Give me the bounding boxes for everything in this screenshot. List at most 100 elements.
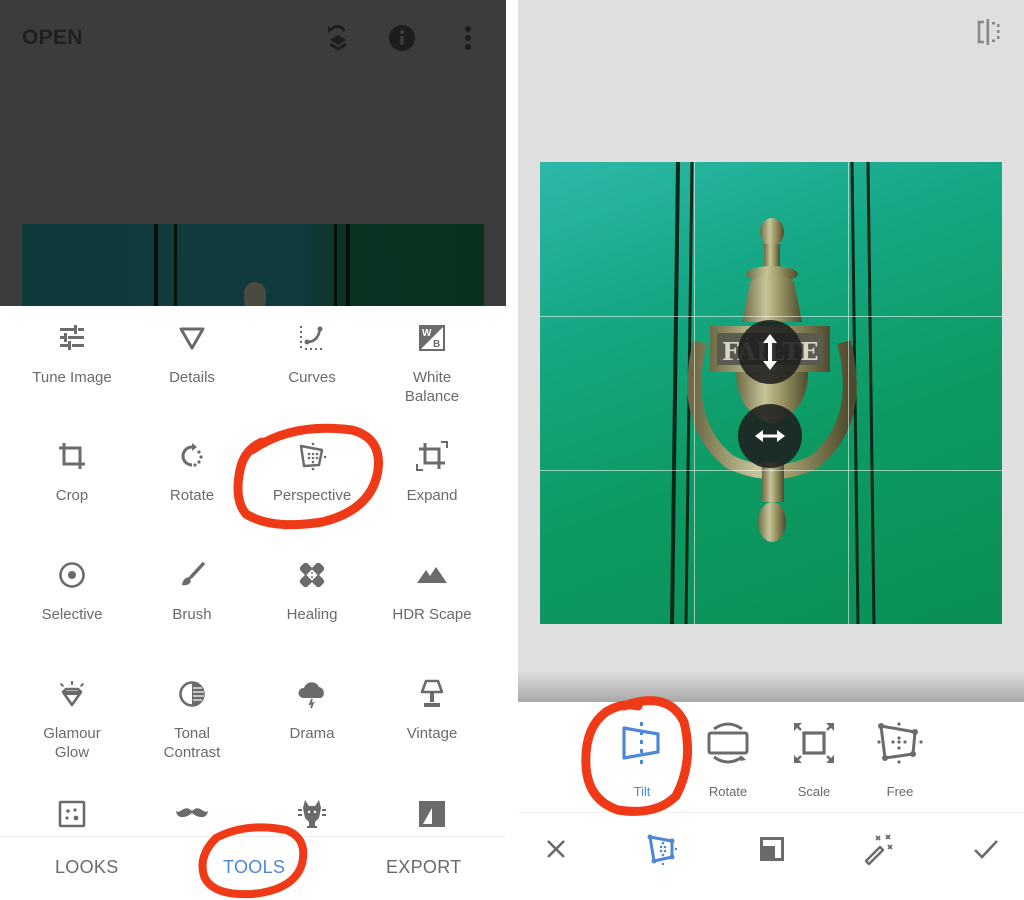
grid-line [540,316,1002,317]
tool-label: Drama [289,725,335,742]
close-icon[interactable] [536,829,576,869]
tools-grid: Tune Image Details Curves WB White Balan… [0,306,506,836]
grainy-film-icon [54,796,90,832]
mountains-icon [414,557,450,593]
tool-label: Healing [286,606,338,623]
subtool-label: Scale [797,784,831,799]
canvas-area: FÁILTE [518,0,1024,702]
rotate-frame-icon [705,720,751,766]
auto-fill-wand-icon[interactable] [858,829,898,869]
storm-cloud-icon [294,676,330,712]
compare-split-icon[interactable] [974,18,1002,46]
curves-icon [294,320,330,356]
right-screen: FÁILTE [518,0,1024,900]
subtool-label: Tilt [633,784,651,799]
svg-text:W: W [422,328,432,339]
subtool-label: Rotate [708,784,748,799]
dimmed-header-area: OPEN [0,0,506,306]
tool-rotate[interactable]: Rotate [132,438,252,505]
perspective-sub-tools: Tilt Rotate Scale Free [518,702,1024,810]
tool-curves[interactable]: Curves [252,320,372,387]
vertical-tilt-handle[interactable] [738,320,802,384]
tool-white-balance[interactable]: WB White Balance [372,320,492,406]
tool-label: Details [169,369,215,386]
action-bar [518,812,1024,900]
tab-looks[interactable]: LOOKS [55,857,119,878]
tool-label: Glamour Glow [43,725,101,761]
tool-label: HDR Scape [392,606,472,623]
tool-grunge[interactable] [252,796,372,832]
subtool-rotate[interactable]: Rotate [688,720,768,799]
tool-expand[interactable]: Expand [372,438,492,505]
tool-healing[interactable]: Healing [252,557,372,624]
subtool-scale[interactable]: Scale [774,720,854,799]
undo-layers-icon[interactable] [322,22,354,54]
tool-vintage[interactable]: Vintage [372,676,492,743]
perspective-icon[interactable] [642,829,682,869]
tab-tools[interactable]: TOOLS [223,857,285,878]
tool-noir[interactable] [372,796,492,832]
guitar-head-icon [294,796,330,832]
tool-label: Selective [41,606,103,623]
tilt-icon [619,720,665,766]
grid-line [848,162,849,624]
subtool-free[interactable]: Free [860,720,940,799]
tool-label: Perspective [272,487,352,504]
tool-selective[interactable]: Selective [12,557,132,624]
lamp-icon [414,676,450,712]
door-knocker-image: FÁILTE [670,162,876,624]
tool-tune-image[interactable]: Tune Image [12,320,132,387]
selective-icon [54,557,90,593]
white-balance-icon: WB [414,320,450,356]
scale-icon [791,720,837,766]
tool-drama[interactable]: Drama [252,676,372,743]
vertical-arrows-icon [763,334,777,370]
check-icon[interactable] [966,829,1006,869]
rotate-icon [174,438,210,474]
tonal-contrast-icon [174,676,210,712]
grid-line [540,470,1002,471]
tool-details[interactable]: Details [132,320,252,387]
tool-label: Crop [55,487,89,504]
tool-label: Tune Image [32,369,112,386]
info-icon[interactable] [386,22,418,54]
tool-label: Tonal Contrast [163,725,221,761]
photo-preview-dimmed [22,224,484,306]
bottom-tab-bar: LOOKS TOOLS EXPORT [0,836,506,900]
photo-canvas[interactable]: FÁILTE [540,162,1002,624]
diamond-glow-icon [54,676,90,712]
tool-crop[interactable]: Crop [12,438,132,505]
noir-icon [414,796,450,832]
canvas-shadow [518,672,1024,702]
crop-icon [54,438,90,474]
tool-label: Expand [406,487,458,504]
perspective-icon [294,438,330,474]
subtool-label: Free [886,784,914,799]
brush-icon [174,557,210,593]
healing-bandage-icon [294,557,330,593]
tool-glamour-glow[interactable]: Glamour Glow [12,676,132,762]
tune-sliders-icon [54,320,90,356]
open-button[interactable]: OPEN [22,26,83,50]
tool-label: Vintage [406,725,458,742]
tool-retrolux[interactable] [132,796,252,832]
free-perspective-icon [877,720,923,766]
tab-export[interactable]: EXPORT [386,857,462,878]
more-vert-icon[interactable] [452,22,484,54]
tool-label: Brush [172,606,212,623]
details-triangle-icon [174,320,210,356]
expand-icon [414,438,450,474]
horizontal-arrows-icon [755,430,785,442]
tool-tonal-contrast[interactable]: Tonal Contrast [132,676,252,762]
tool-grainy-film[interactable] [12,796,132,832]
tool-label: Rotate [169,487,215,504]
tool-brush[interactable]: Brush [132,557,252,624]
mustache-icon [174,796,210,832]
horizontal-tilt-handle[interactable] [738,404,802,468]
tool-hdr-scape[interactable]: HDR Scape [372,557,492,624]
fill-icon[interactable] [752,829,792,869]
tool-label: Curves [288,369,336,386]
svg-text:B: B [433,339,440,350]
subtool-tilt[interactable]: Tilt [602,720,682,799]
tool-perspective[interactable]: Perspective [252,438,372,505]
